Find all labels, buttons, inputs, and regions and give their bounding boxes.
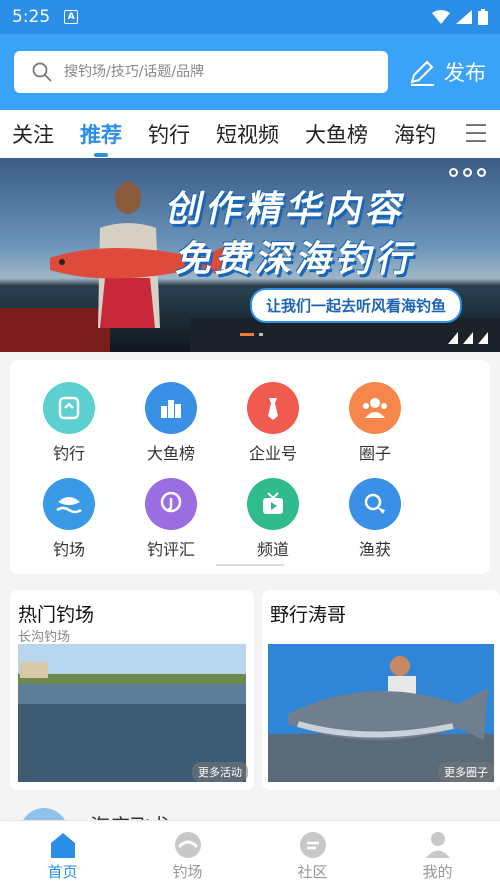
signal-icon <box>456 10 472 24</box>
status-time: 5:25 <box>12 7 51 27</box>
status-bar: 5:25 A <box>0 0 500 34</box>
group-icon <box>349 382 401 434</box>
hook-review-icon <box>145 478 197 530</box>
nav-label: 社区 <box>297 863 328 881</box>
feature-grid: 钓行 大鱼榜 企业号 圈子 钓场 钓评汇 频道 渔获 <box>10 360 490 574</box>
grid-item-fishing-trip[interactable]: 钓行 <box>24 382 114 464</box>
tv-channel-icon <box>247 478 299 530</box>
traveler-card[interactable]: 野行涛哥 更多圈子 <box>262 590 500 790</box>
banner-headline-1: 创作精华内容 <box>162 189 412 230</box>
grid-label: 钓场 <box>52 540 85 559</box>
business-tie-icon <box>247 382 299 434</box>
fishing-trip-icon <box>43 382 95 434</box>
grid-item-channel[interactable]: 频道 <box>228 478 318 560</box>
edit-pencil-icon <box>410 60 434 86</box>
tab-menu-icon[interactable] <box>466 124 486 148</box>
nav-profile[interactable]: 我的 <box>375 821 500 888</box>
app-header: 发布 <box>0 34 500 110</box>
search-icon <box>32 62 52 82</box>
status-icons <box>432 9 488 25</box>
home-icon <box>50 833 75 858</box>
nav-community[interactable]: 社区 <box>250 821 375 888</box>
more-activities-button[interactable]: 更多活动 <box>192 762 248 782</box>
tab-fishing-trip[interactable]: 钓行 <box>148 119 190 149</box>
logo-marks-icon <box>448 332 488 344</box>
publish-label: 发布 <box>444 61 486 85</box>
more-dots-icon <box>449 168 486 177</box>
catch-icon <box>349 478 401 530</box>
tab-recommend[interactable]: 推荐 <box>80 119 122 149</box>
grid-item-business[interactable]: 企业号 <box>228 382 318 464</box>
ranking-icon <box>145 382 197 434</box>
tab-big-fish-ranking[interactable]: 大鱼榜 <box>305 119 368 149</box>
fishing-spot-icon <box>174 832 201 858</box>
card-title: 野行涛哥 <box>270 604 347 626</box>
grid-item-ranking[interactable]: 大鱼榜 <box>126 382 216 464</box>
grid-label: 钓行 <box>52 444 85 463</box>
tab-sea-fishing[interactable]: 海钓 <box>394 119 436 149</box>
nav-label: 我的 <box>422 863 453 881</box>
tab-follow[interactable]: 关注 <box>12 119 54 149</box>
battery-icon <box>478 9 488 25</box>
promo-banner[interactable]: 创作精华内容 免费深海钓行 让我们一起去听风看海钓鱼 <box>0 158 500 352</box>
category-tabs: 关注 推荐 钓行 短视频 大鱼榜 海钓 <box>0 110 500 158</box>
grid-scroll-indicator <box>216 564 284 566</box>
grid-label: 频道 <box>256 540 289 559</box>
search-box[interactable] <box>14 51 388 93</box>
search-input[interactable] <box>64 64 354 80</box>
grid-item-group[interactable]: 圈子 <box>330 382 420 464</box>
nav-home[interactable]: 首页 <box>0 821 125 888</box>
wifi-icon <box>432 10 450 24</box>
card-title: 热门钓场 <box>18 604 95 626</box>
nav-label: 首页 <box>47 863 78 881</box>
grid-label: 企业号 <box>248 444 297 463</box>
carousel-indicator <box>240 333 263 336</box>
bottom-navigation: 首页 钓场 社区 我的 <box>0 820 500 888</box>
banner-slogan: 让我们一起去听风看海钓鱼 <box>250 288 463 323</box>
tab-short-video[interactable]: 短视频 <box>216 119 279 149</box>
grid-label: 渔获 <box>358 540 391 559</box>
card-subtitle: 长沟钓场 <box>18 630 71 645</box>
fish-wave-icon <box>43 478 95 530</box>
notification-a-icon: A <box>64 10 79 24</box>
grid-label: 钓评汇 <box>146 540 195 559</box>
grid-label: 大鱼榜 <box>146 444 195 463</box>
grid-item-review[interactable]: 钓评汇 <box>126 478 216 560</box>
banner-headline-2: 免费深海钓行 <box>172 239 422 280</box>
grid-label: 圈子 <box>358 444 391 463</box>
nav-fishing-spot[interactable]: 钓场 <box>125 821 250 888</box>
grid-item-catch[interactable]: 渔获 <box>330 478 420 560</box>
profile-icon <box>425 832 450 858</box>
grid-item-fishing-spot[interactable]: 钓场 <box>24 478 114 560</box>
community-icon <box>299 832 326 858</box>
nav-label: 钓场 <box>172 863 203 881</box>
publish-button[interactable]: 发布 <box>408 57 486 87</box>
more-groups-button[interactable]: 更多圈子 <box>438 762 494 782</box>
hot-spots-card[interactable]: 热门钓场 长沟钓场 更多活动 <box>10 590 254 790</box>
